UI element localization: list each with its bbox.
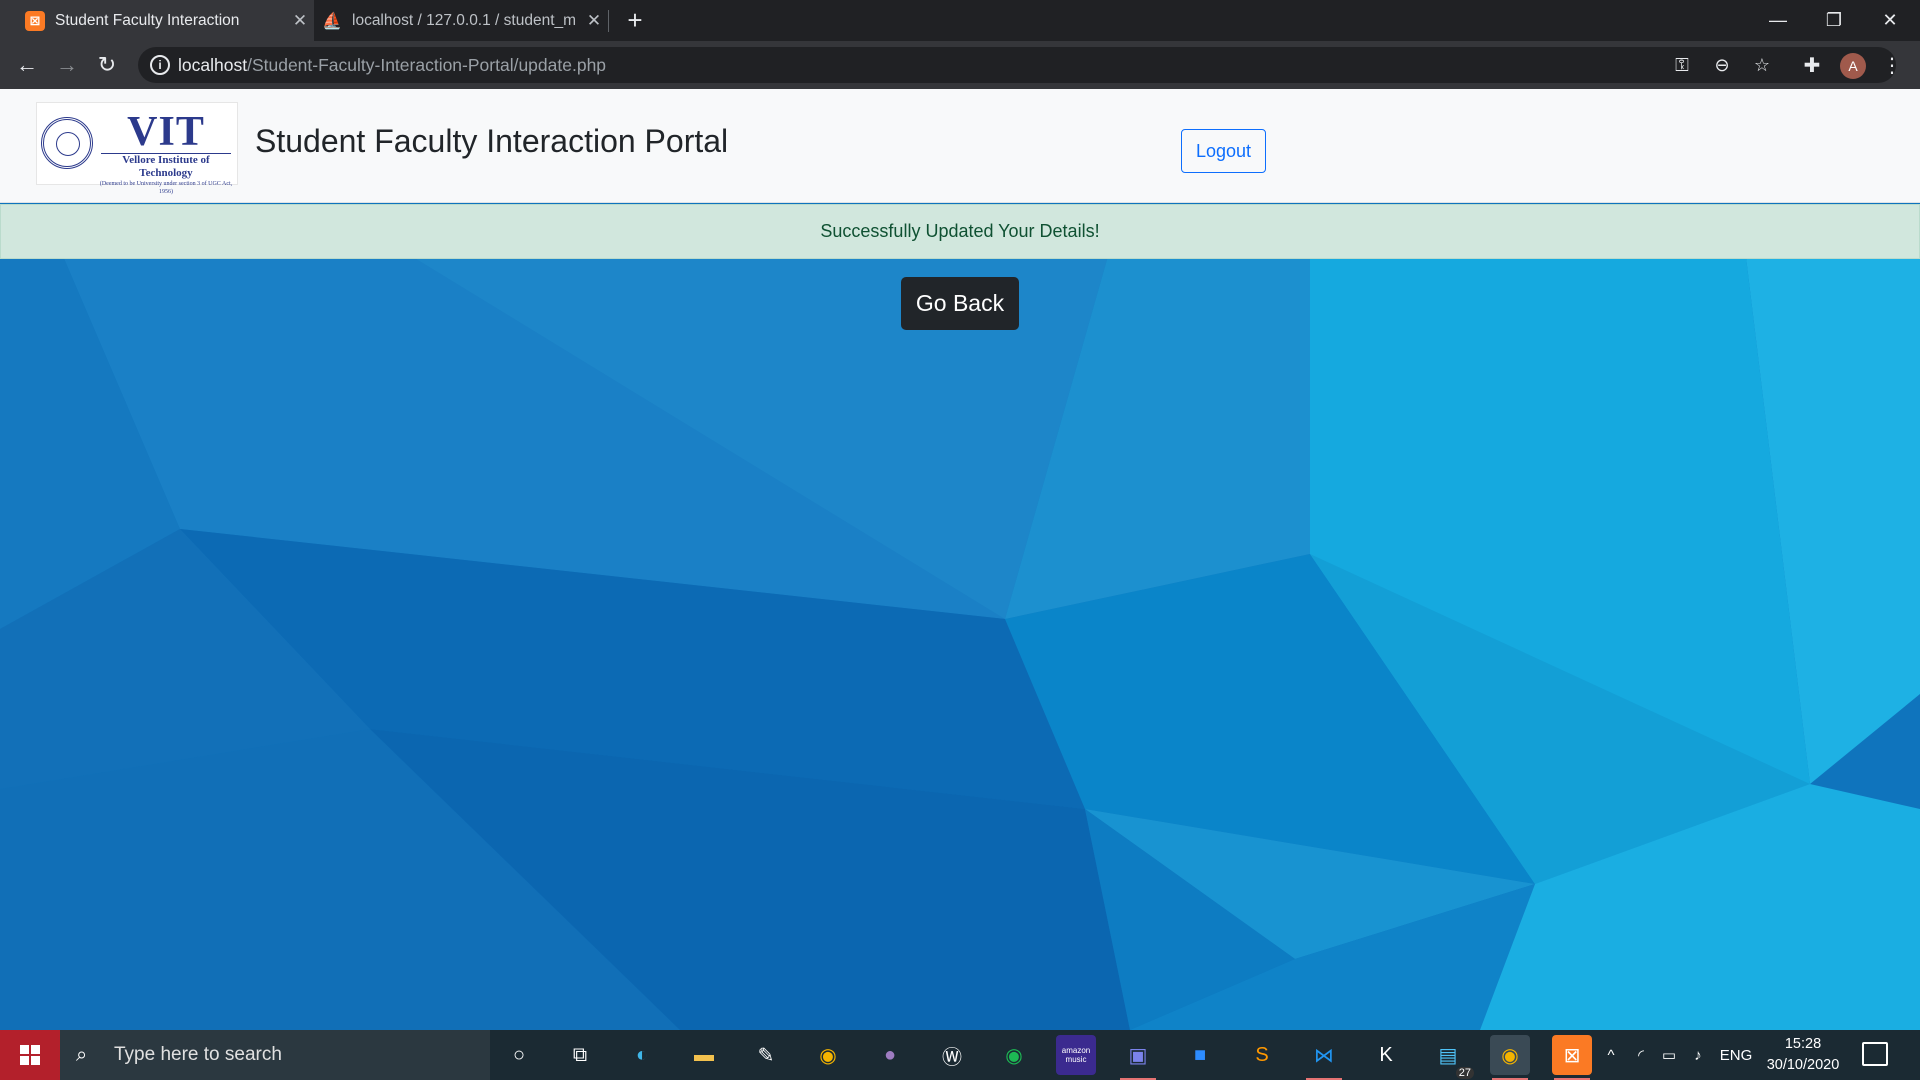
browser-toolbar: ← → ↻ i localhost/Student-Faculty-Intera…: [0, 41, 1920, 89]
site-info-icon[interactable]: i: [150, 55, 170, 75]
sublime-icon[interactable]: S: [1242, 1035, 1282, 1075]
network-icon[interactable]: ◜: [1628, 1030, 1654, 1080]
windows-taskbar: ⌕ Type here to search ○ ⧉ ◐ ▬ ✎ ◉ ● Ⓦ ◉ …: [0, 1030, 1920, 1080]
go-back-button[interactable]: Go Back: [901, 277, 1019, 330]
xampp-icon: ⊠: [25, 10, 45, 31]
tab-student-faculty[interactable]: ⊠ Student Faculty Interaction ✕: [0, 0, 314, 41]
logo-subtitle: Vellore Institute of Technology: [122, 154, 210, 179]
forward-button[interactable]: →: [49, 47, 85, 83]
clock-date: 30/10/2020: [1766, 1057, 1840, 1073]
language-indicator[interactable]: ENG: [1716, 1030, 1756, 1080]
search-placeholder: Type here to search: [114, 1044, 282, 1065]
amazon-music-icon[interactable]: amazon music: [1056, 1035, 1096, 1075]
kite-icon[interactable]: K: [1366, 1035, 1406, 1075]
restore-button[interactable]: ❐: [1806, 0, 1862, 41]
zoom-icon[interactable]: ⊖: [1708, 51, 1736, 79]
zoom-icon[interactable]: ■: [1180, 1035, 1220, 1075]
bookmark-star-icon[interactable]: ☆: [1748, 51, 1776, 79]
file-explorer-icon[interactable]: ▬: [684, 1035, 724, 1075]
close-tab-icon[interactable]: ✕: [580, 11, 608, 31]
page-title: Student Faculty Interaction Portal: [255, 123, 729, 159]
word-icon[interactable]: Ⓦ: [932, 1035, 972, 1075]
close-window-button[interactable]: ✕: [1862, 0, 1918, 41]
cortana-icon[interactable]: ○: [499, 1035, 539, 1075]
page-content: VIT Vellore Institute of Technology (Dee…: [0, 89, 1920, 1030]
tab-divider: [608, 10, 609, 32]
system-clock[interactable]: 15:28 30/10/2020: [1760, 1034, 1846, 1076]
new-tab-button[interactable]: +: [620, 5, 650, 35]
browser-tab-strip: ⊠ Student Faculty Interaction ✕ ⛵ localh…: [0, 0, 1920, 41]
menu-kebab-icon[interactable]: ⋮: [1874, 47, 1910, 83]
show-hidden-icons-icon[interactable]: ^: [1598, 1030, 1624, 1080]
vscode-icon[interactable]: ⋈: [1304, 1035, 1344, 1080]
logo-main-text: VIT: [127, 109, 205, 155]
teams-icon[interactable]: ▣: [1118, 1035, 1158, 1080]
profile-avatar[interactable]: A: [1840, 53, 1866, 79]
university-seal-icon: [41, 117, 93, 169]
logo-tagline: (Deemed to be University under section 3…: [99, 181, 233, 195]
notification-badge: 27: [1455, 1067, 1474, 1079]
back-button[interactable]: ←: [9, 47, 45, 83]
xampp-icon[interactable]: ⊠: [1552, 1035, 1592, 1080]
github-icon[interactable]: ●: [870, 1035, 910, 1075]
close-tab-icon[interactable]: ✕: [286, 11, 314, 31]
chrome-icon[interactable]: ◉: [808, 1035, 848, 1075]
key-icon[interactable]: ⚿: [1668, 51, 1696, 79]
paint-icon[interactable]: ✎: [746, 1035, 786, 1075]
action-center-icon[interactable]: [1862, 1042, 1888, 1066]
battery-icon[interactable]: ▭: [1656, 1030, 1682, 1080]
reload-button[interactable]: ↻: [89, 47, 125, 83]
vit-logo: VIT Vellore Institute of Technology (Dee…: [36, 102, 238, 195]
tab-title: localhost / 127.0.0.1 / student_m: [352, 11, 577, 29]
spotify-icon[interactable]: ◉: [994, 1035, 1034, 1075]
url-text[interactable]: localhost/Student-Faculty-Interaction-Po…: [178, 55, 606, 76]
windows-logo-icon: [20, 1045, 40, 1065]
logout-button[interactable]: Logout: [1181, 129, 1266, 173]
taskbar-search[interactable]: ⌕ Type here to search: [60, 1030, 490, 1080]
success-alert: Successfully Updated Your Details!: [0, 204, 1920, 259]
task-view-icon[interactable]: ⧉: [560, 1035, 600, 1075]
tab-phpmyadmin[interactable]: ⛵ localhost / 127.0.0.1 / student_m ✕: [316, 0, 608, 41]
clock-time: 15:28: [1784, 1036, 1822, 1052]
minimize-button[interactable]: —: [1750, 0, 1806, 41]
edge-icon[interactable]: ◐: [622, 1035, 662, 1075]
phpmyadmin-icon: ⛵: [322, 12, 342, 30]
logo-text: VIT Vellore Institute of Technology (Dee…: [97, 111, 235, 196]
start-button[interactable]: [0, 1030, 60, 1080]
tab-title: Student Faculty Interaction: [55, 11, 240, 29]
chrome-profile-icon[interactable]: ◉: [1490, 1035, 1530, 1080]
notepad-icon[interactable]: ▤ 27: [1428, 1035, 1474, 1079]
volume-icon[interactable]: ♪: [1684, 1030, 1712, 1080]
search-icon: ⌕: [76, 1043, 88, 1066]
address-bar[interactable]: i localhost/Student-Faculty-Interaction-…: [138, 47, 1896, 83]
site-header: VIT Vellore Institute of Technology (Dee…: [0, 89, 1920, 203]
extensions-icon[interactable]: ✚: [1794, 47, 1830, 83]
